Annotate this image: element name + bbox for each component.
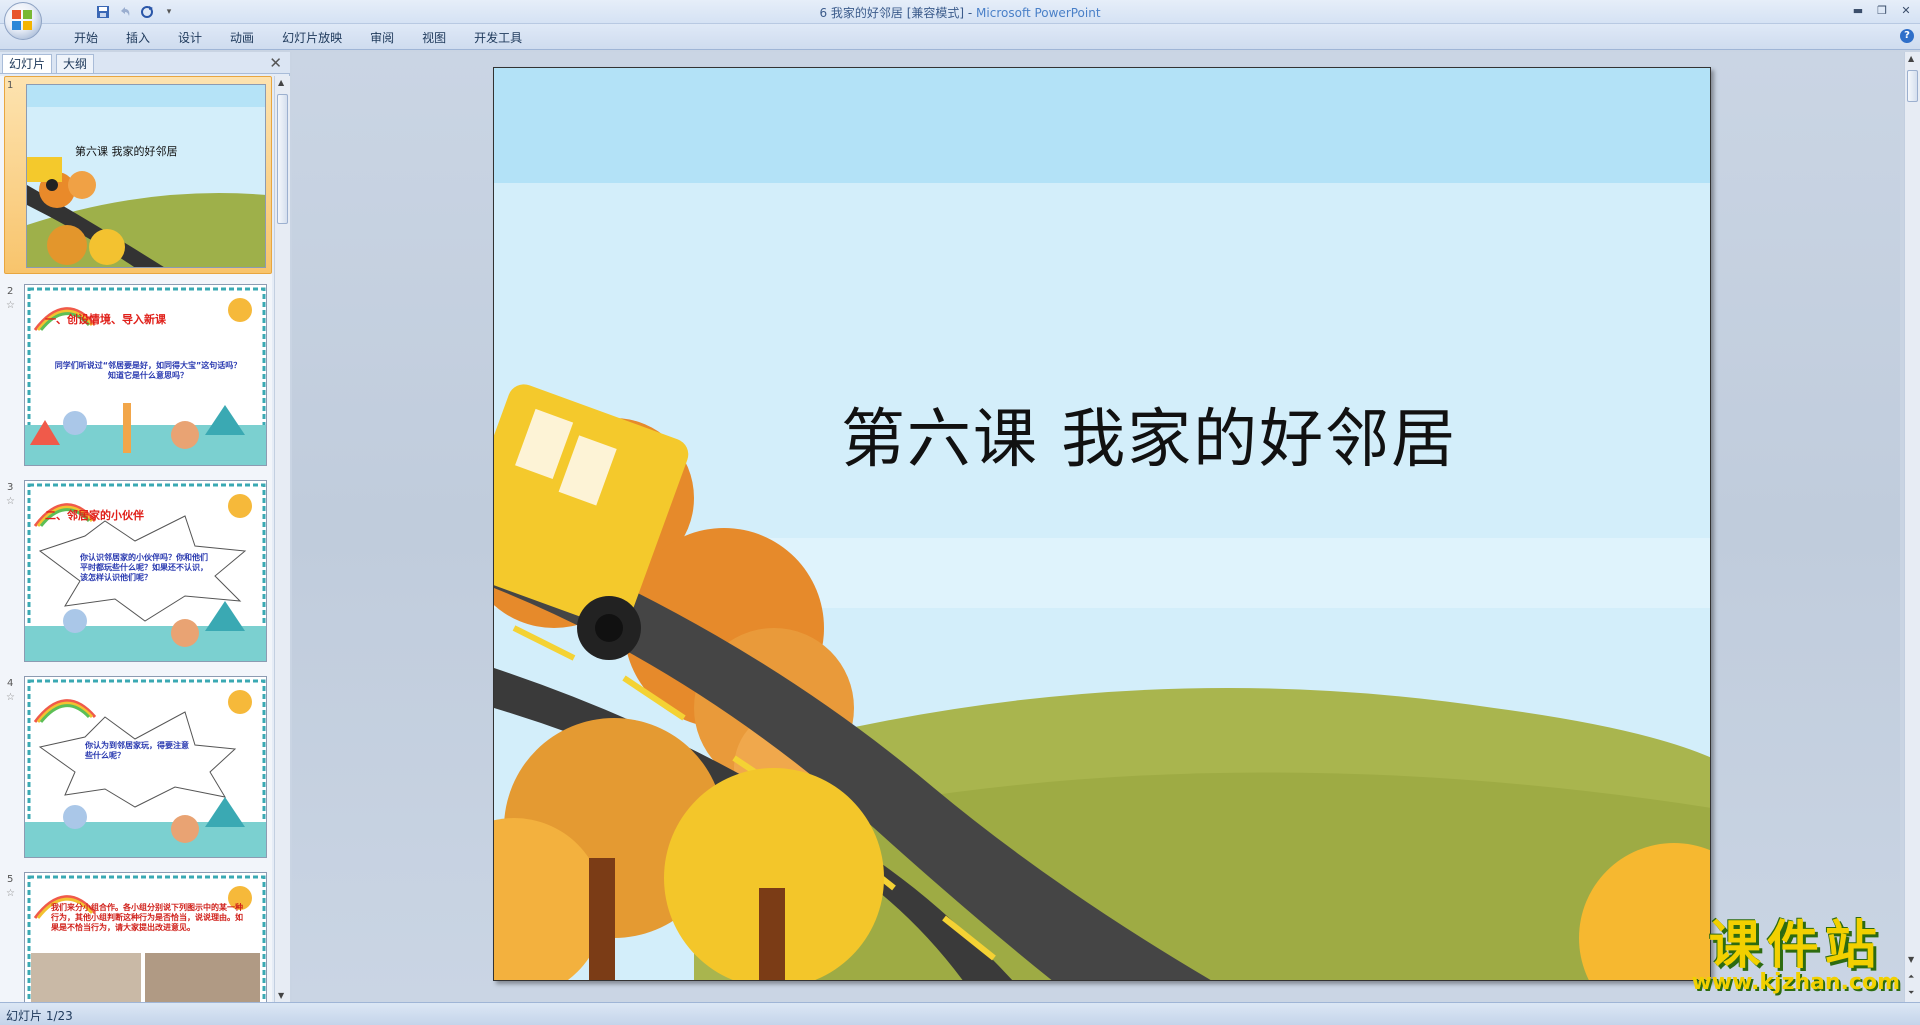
window-title: 6 我家的好邻居 [兼容模式] - Microsoft PowerPoint: [0, 4, 1920, 21]
app-name: Microsoft PowerPoint: [976, 6, 1101, 20]
slide-counter: 幻灯片 1/23: [6, 1009, 73, 1023]
thumbnail-text: 你认为到邻居家玩，得要注意些什么呢？: [85, 741, 189, 760]
thumbnail-scrollbar[interactable]: ▲ ▼: [274, 76, 290, 1002]
animation-star-icon: ☆: [6, 496, 15, 507]
slide-scrollbar[interactable]: ▲ ▼ ⏶ ⏷: [1904, 52, 1920, 1002]
slide-thumbnail-4[interactable]: 你认为到邻居家玩，得要注意些什么呢？: [24, 676, 267, 858]
document-title: 6 我家的好邻居 [兼容模式] -: [819, 6, 977, 20]
scroll-up-icon[interactable]: ▲: [278, 78, 284, 87]
watermark-logo: 课件站: [1708, 916, 1883, 976]
close-panel-icon[interactable]: ✕: [269, 54, 282, 72]
scroll-thumb[interactable]: [1907, 70, 1918, 102]
tab-view[interactable]: 视图: [408, 29, 460, 47]
tab-insert[interactable]: 插入: [112, 29, 164, 47]
thumbnail-title: 二、邻居家的小伙伴: [45, 509, 144, 522]
thumbnail-text: 我们来分小组合作。各小组分别说下列图示中的某一种行为，其他小组判断这种行为是否恰…: [51, 903, 243, 932]
tab-home[interactable]: 开始: [60, 29, 112, 47]
scroll-down-icon[interactable]: ▼: [278, 991, 284, 1000]
ribbon-tabs: 开始 插入 设计 动画 幻灯片放映 审阅 视图 开发工具 ?: [0, 24, 1920, 50]
tab-design[interactable]: 设计: [164, 29, 216, 47]
office-button[interactable]: [4, 2, 42, 40]
animation-star-icon: ☆: [6, 888, 15, 899]
panel-tabs: 幻灯片 大纲 ✕: [0, 52, 290, 74]
next-slide-icon[interactable]: ⏷: [1908, 988, 1914, 998]
slide-background-art: [494, 68, 1710, 980]
thumbnail-art: [25, 677, 266, 857]
slide-number: 2: [7, 286, 14, 297]
slide-number: 5: [7, 874, 14, 885]
thumbnail-list: 1 第六课 我家的好邻居 2 ☆ 一、创设情境、导入新课 同学们听说过“邻居要是…: [0, 76, 272, 1002]
office-logo-icon: [12, 10, 34, 32]
tab-developer[interactable]: 开发工具: [460, 29, 536, 47]
tab-outline[interactable]: 大纲: [56, 54, 95, 73]
scroll-thumb[interactable]: [277, 94, 288, 224]
animation-star-icon: ☆: [6, 300, 15, 311]
slides-panel: 幻灯片 大纲 ✕ 1 第六课 我家的好邻居 2 ☆ 一、创设情境、导入新课 同学…: [0, 52, 290, 1002]
window-controls: ▬ ❐ ✕: [1848, 2, 1916, 18]
thumbnail-text: 同学们听说过“邻居要是好，如同得大宝”这句话吗？知道它是什么意思吗？: [54, 361, 242, 380]
slide-title[interactable]: 第六课 我家的好邻居: [494, 388, 1710, 480]
slide-thumbnail-5[interactable]: 我们来分小组合作。各小组分别说下列图示中的某一种行为，其他小组判断这种行为是否恰…: [24, 872, 267, 1002]
slide-thumbnail-1[interactable]: 第六课 我家的好邻居: [26, 84, 266, 268]
maximize-icon[interactable]: ❐: [1872, 2, 1892, 18]
minimize-icon[interactable]: ▬: [1848, 2, 1868, 18]
scroll-up-icon[interactable]: ▲: [1908, 54, 1914, 63]
watermark: 课件站 www.kjzhan.com: [1691, 918, 1900, 995]
slide-thumbnail-2[interactable]: 一、创设情境、导入新课 同学们听说过“邻居要是好，如同得大宝”这句话吗？知道它是…: [24, 284, 267, 466]
thumbnail-text: 你认识邻居家的小伙伴吗？你和他们平时都玩些什么呢？如果还不认识，该怎样认识他们呢…: [80, 553, 208, 582]
close-icon[interactable]: ✕: [1896, 2, 1916, 18]
slide-number: 3: [7, 482, 14, 493]
thumbnail-art: [25, 873, 266, 1002]
slide-number: 4: [7, 678, 14, 689]
previous-slide-icon[interactable]: ⏶: [1908, 972, 1914, 982]
thumbnail-title: 第六课 我家的好邻居: [75, 145, 178, 158]
status-bar: 幻灯片 1/23: [0, 1002, 1920, 1025]
slide-thumbnail-3[interactable]: 二、邻居家的小伙伴 你认识邻居家的小伙伴吗？你和他们平时都玩些什么呢？如果还不认…: [24, 480, 267, 662]
title-bar: ▾ 6 我家的好邻居 [兼容模式] - Microsoft PowerPoint…: [0, 0, 1920, 24]
current-slide[interactable]: 第六课 我家的好邻居: [493, 67, 1711, 981]
scroll-down-icon[interactable]: ▼: [1908, 955, 1914, 964]
thumbnail-title: 一、创设情境、导入新课: [45, 313, 166, 326]
tab-animations[interactable]: 动画: [216, 29, 268, 47]
watermark-url: www.kjzhan.com: [1691, 970, 1900, 995]
tab-slideshow[interactable]: 幻灯片放映: [268, 29, 356, 47]
animation-star-icon: ☆: [6, 692, 15, 703]
tab-slides[interactable]: 幻灯片: [2, 54, 53, 73]
slide-number: 1: [7, 80, 14, 91]
help-icon[interactable]: ?: [1900, 29, 1914, 43]
thumbnail-art: [27, 85, 265, 267]
tab-review[interactable]: 审阅: [356, 29, 408, 47]
